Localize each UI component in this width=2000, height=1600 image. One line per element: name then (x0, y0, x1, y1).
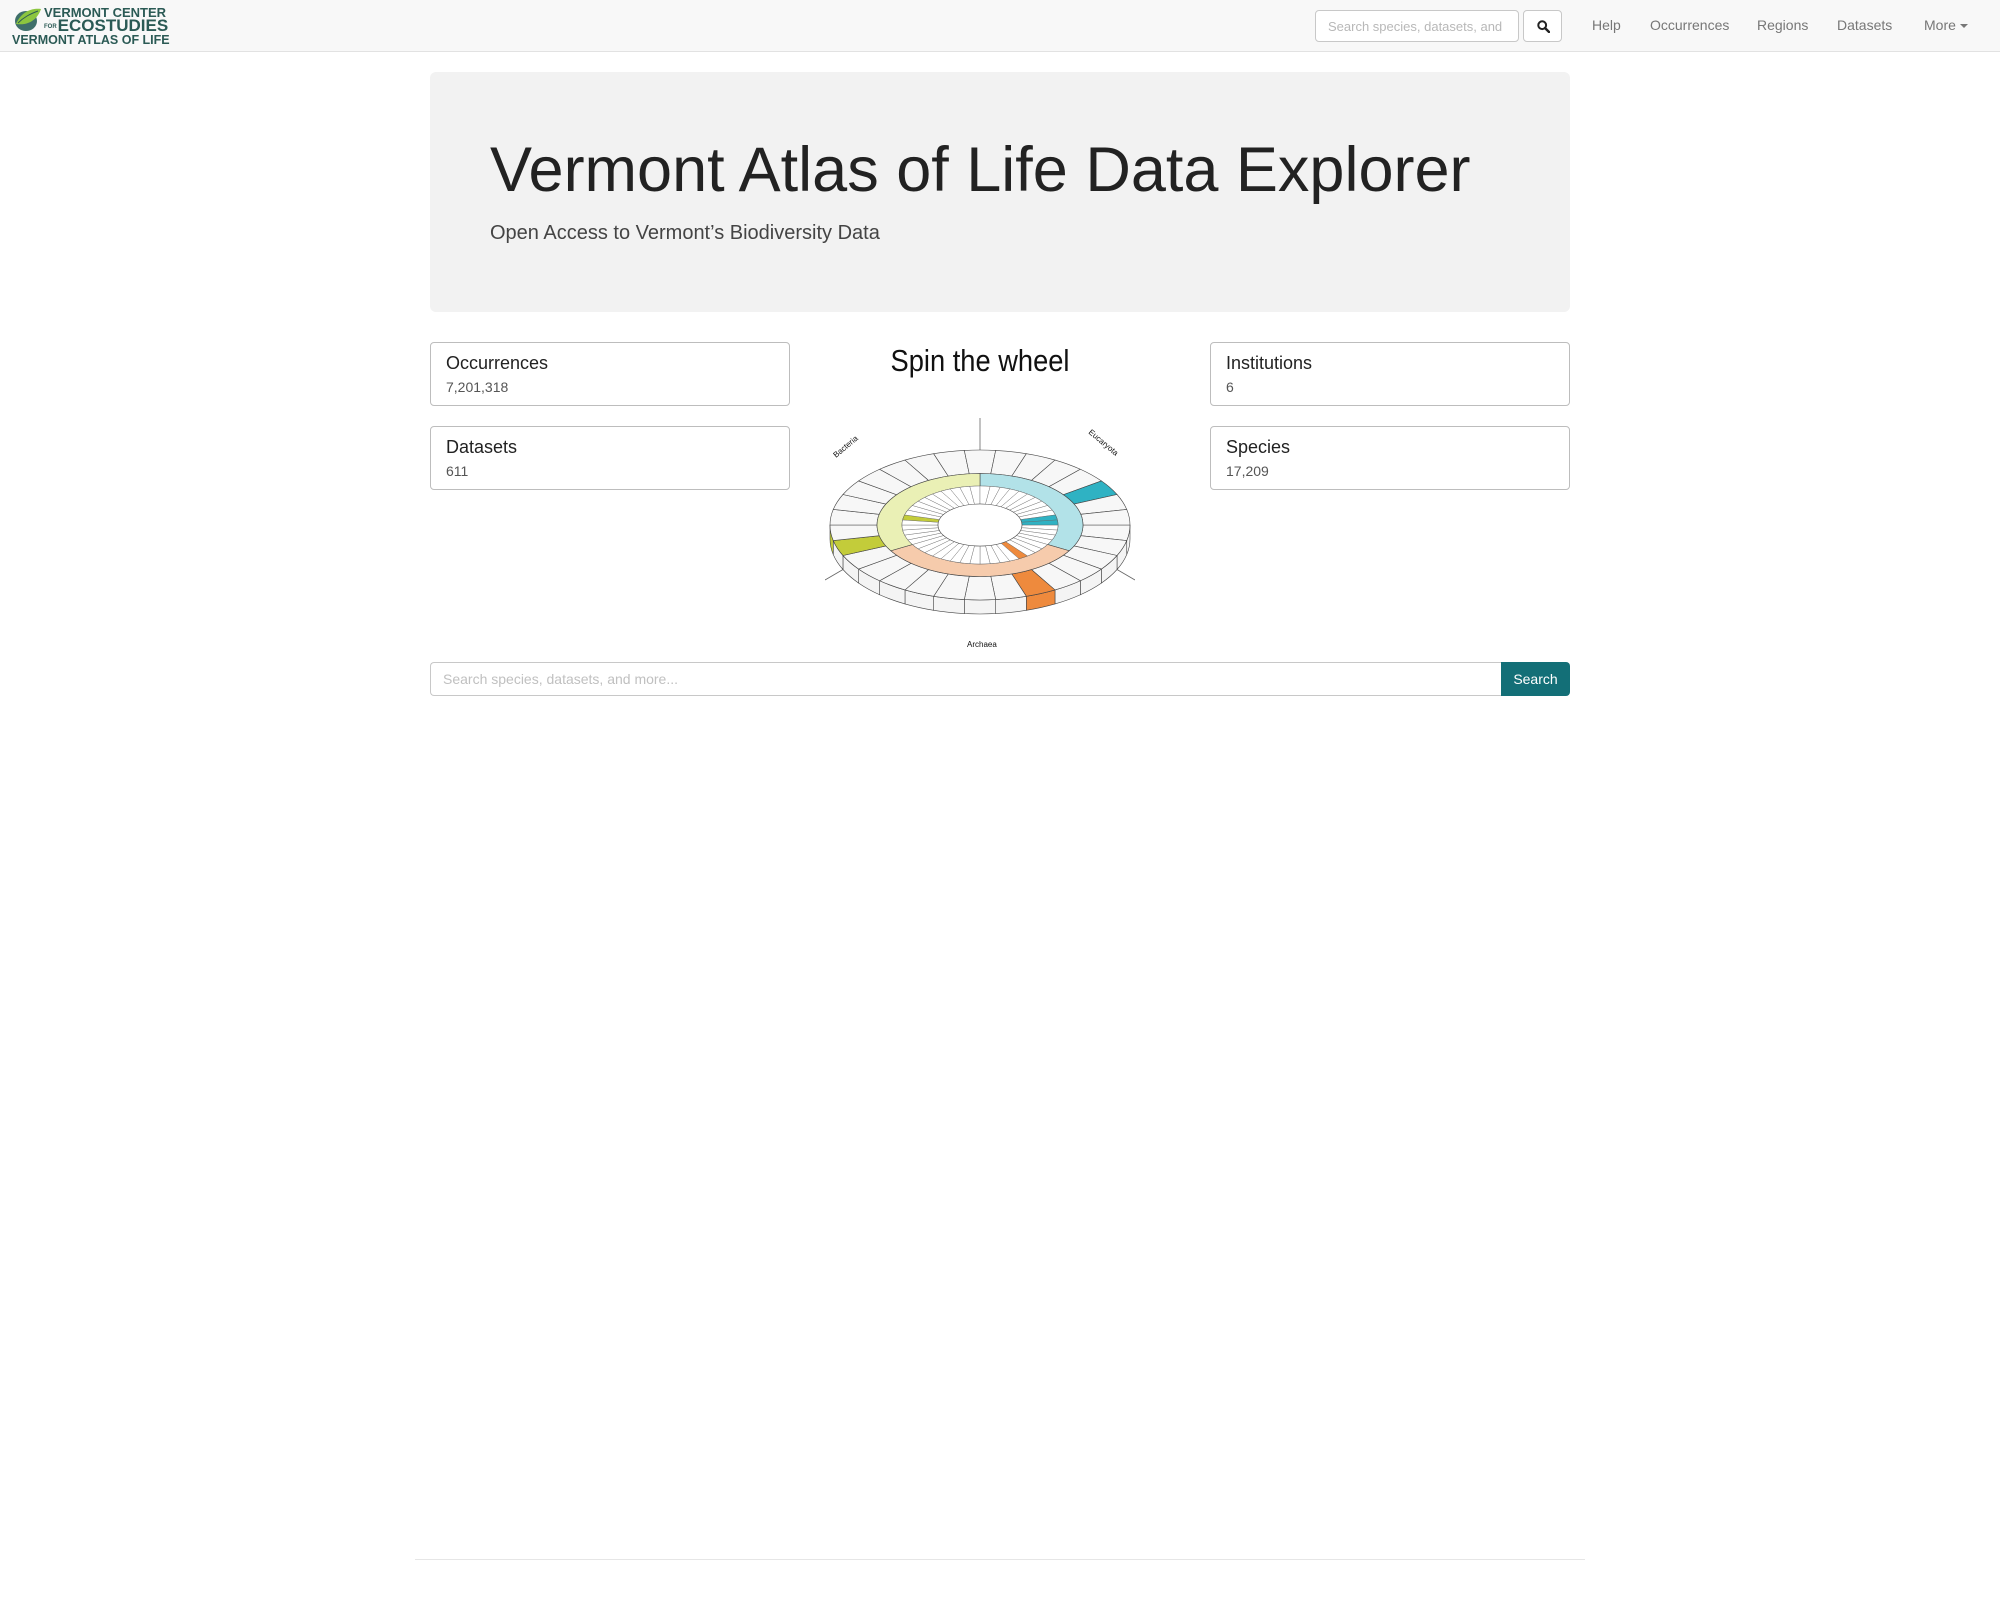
stat-card-datasets[interactable]: Datasets 611 (430, 426, 790, 490)
wheel-label-eucaryota: Eucaryota (1087, 428, 1121, 458)
main-search-input[interactable] (430, 662, 1502, 696)
wheel-segment (963, 575, 997, 601)
stat-label: Datasets (446, 437, 518, 457)
main-search-button[interactable]: Search (1501, 662, 1570, 696)
wheel-label-bacteria: Bacteria (832, 433, 861, 459)
nav-link-occurrences[interactable]: Occurrences (1650, 17, 1729, 33)
logo-text-line3: VERMONT ATLAS OF LIFE (12, 33, 170, 47)
stat-card-institutions[interactable]: Institutions 6 (1210, 342, 1570, 406)
navbar-search-button[interactable] (1523, 10, 1562, 42)
stat-card-species[interactable]: Species 17,209 (1210, 426, 1570, 490)
leaf-globe-icon (15, 8, 41, 31)
page-subtitle: Open Access to Vermont’s Biodiversity Da… (490, 222, 880, 244)
stat-value: 17,209 (1226, 463, 1269, 479)
stat-label: Occurrences (446, 353, 549, 373)
navbar: VERMONT CENTER FORECOSTUDIES VERMONT ATL… (0, 0, 2000, 52)
stat-value: 6 (1226, 379, 1234, 395)
caret-down-icon (1959, 24, 1968, 29)
wheel-segment (963, 449, 997, 475)
nav-dropdown-more-label: More (1924, 17, 1956, 33)
stat-value: 611 (446, 463, 469, 479)
wheel-segment (964, 599, 996, 615)
nav-dropdown-more[interactable]: More (1924, 17, 1968, 33)
footer-divider (415, 1559, 1585, 1560)
nav-link-help[interactable]: Help (1592, 17, 1621, 33)
hero-banner: Vermont Atlas of Life Data Explorer Open… (430, 72, 1570, 312)
tree-of-life-wheel[interactable]: Bacteria Eucaryota Archaea (825, 400, 1135, 660)
navbar-search-input[interactable] (1315, 10, 1519, 42)
search-icon (1537, 20, 1550, 33)
nav-link-regions[interactable]: Regions (1757, 17, 1808, 33)
wheel-label-archaea: Archaea (967, 640, 997, 649)
page-title: Vermont Atlas of Life Data Explorer (490, 135, 1471, 205)
wheel-center (937, 503, 1023, 547)
stat-label: Species (1226, 437, 1291, 457)
wheel-title: Spin the wheel (890, 343, 1070, 378)
stat-label: Institutions (1226, 353, 1313, 373)
nav-link-datasets[interactable]: Datasets (1837, 17, 1892, 33)
stat-card-occurrences[interactable]: Occurrences 7,201,318 (430, 342, 790, 406)
site-logo[interactable]: VERMONT CENTER FORECOSTUDIES VERMONT ATL… (10, 3, 170, 47)
stat-value: 7,201,318 (446, 379, 509, 395)
